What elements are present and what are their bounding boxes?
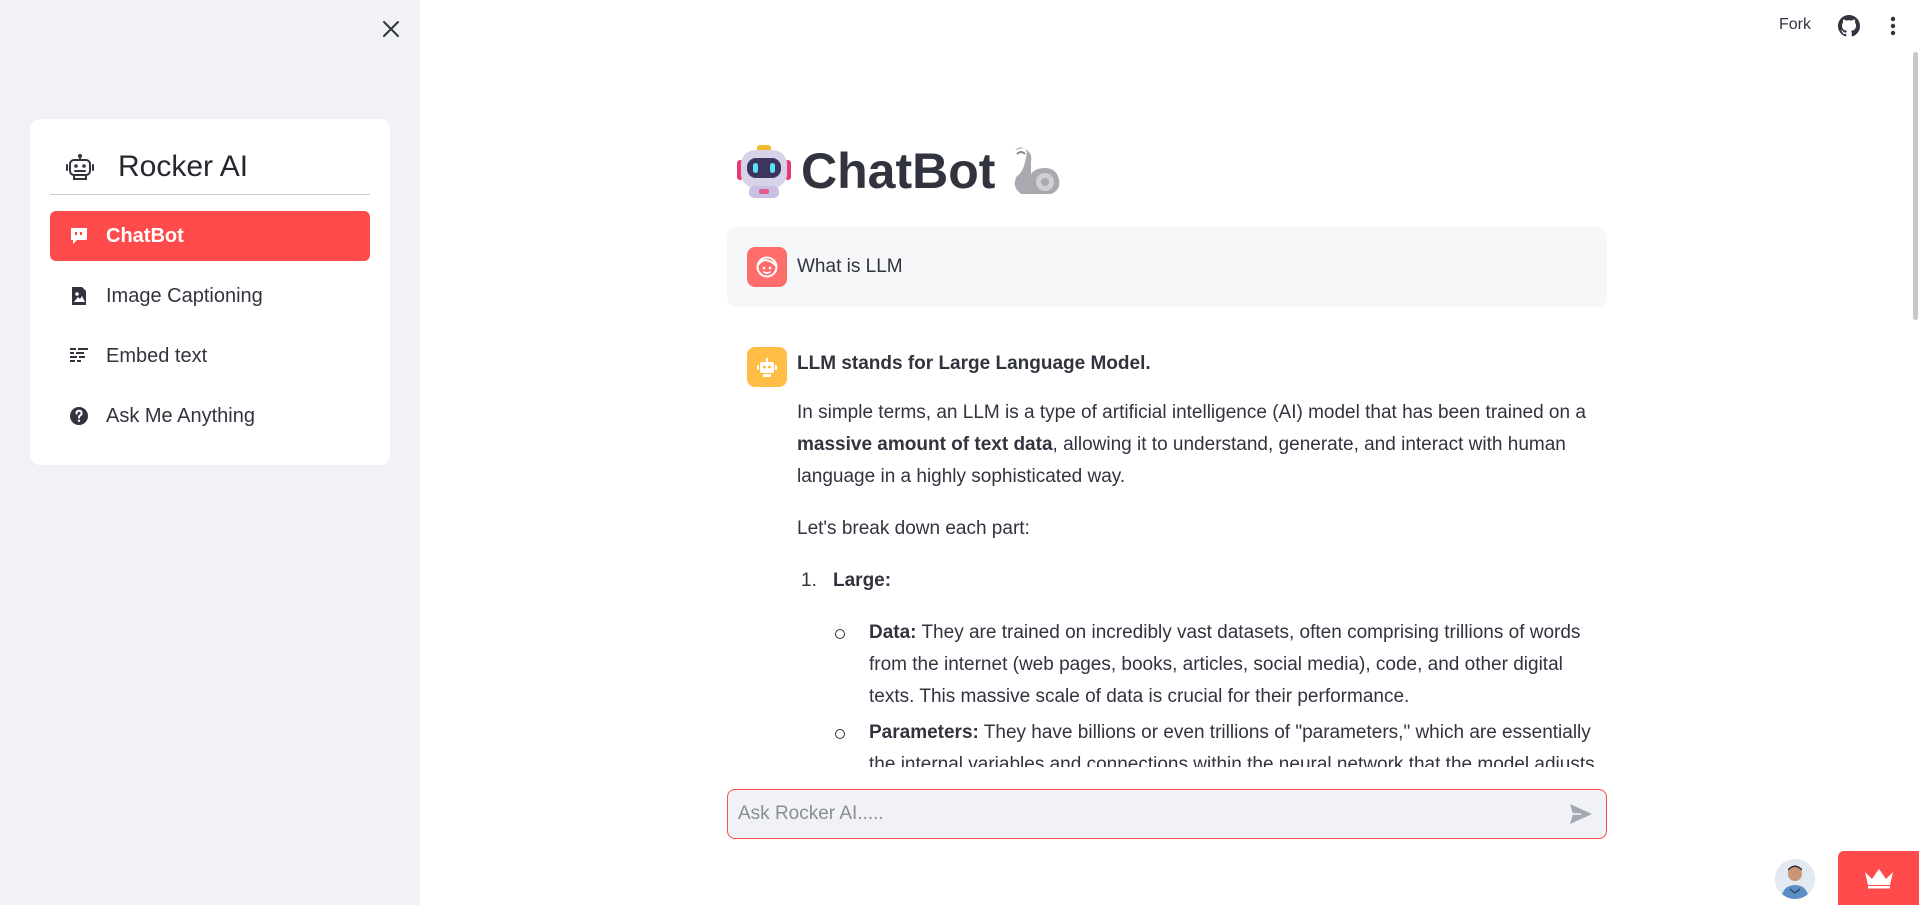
robot-emoji-icon [737,145,791,198]
creator-avatar[interactable] [1775,859,1815,899]
chat-input[interactable] [728,790,1556,838]
page-title-text: ChatBot [801,143,996,199]
chat-bubble-icon [68,225,90,247]
sidebar-item-chatbot[interactable]: ChatBot [50,211,370,261]
flexed-bicep-emoji-icon [1015,147,1060,194]
sidebar-item-image-captioning[interactable]: Image Captioning [50,271,370,321]
assistant-intro: In simple terms, an LLM is a type of art… [797,402,1586,487]
fork-button[interactable]: Fork [1779,16,1811,34]
chat-input-container [727,789,1607,839]
sub-list-item: Parameters: They have billions or even t… [833,717,1607,767]
sidebar: Rocker AI ChatBot Image Captioning Embed… [0,0,420,905]
sidebar-item-label: ChatBot [106,224,184,247]
sidebar-item-label: Image Captioning [106,284,263,307]
list-item: 1. Large: [797,565,1607,597]
robot-icon [757,358,777,377]
bullet-icon [833,617,869,713]
question-circle-icon [68,405,90,427]
image-file-icon [68,285,90,307]
user-message: What is LLM [727,227,1607,307]
github-icon[interactable] [1838,15,1860,37]
streamlit-badge[interactable] [1838,851,1919,905]
assistant-breakdown: Let's break down each part: [797,518,1030,539]
text-lines-icon [68,345,90,367]
sidebar-item-ask-me-anything[interactable]: Ask Me Anything [50,391,370,441]
option-menu: Rocker AI ChatBot Image Captioning Embed… [30,119,390,465]
brand-title: Rocker AI [118,149,249,183]
assistant-headline: LLM stands for Large Language Model. [797,353,1151,374]
person-avatar-icon [1775,859,1815,899]
crown-icon [1864,869,1893,889]
scrollbar-thumb[interactable] [1913,52,1918,320]
main-menu-button[interactable] [1884,15,1902,37]
send-icon [1570,804,1592,824]
sidebar-item-label: Embed text [106,344,208,367]
assistant-avatar [747,347,787,387]
user-face-icon [756,256,778,278]
user-message-text: What is LLM [797,256,903,277]
nav-header: Rocker AI [50,139,370,195]
assistant-message-body: LLM stands for Large Language Model. In … [797,347,1607,767]
page-title: ChatBot [735,142,1063,200]
close-icon [383,21,399,37]
nav-list: ChatBot Image Captioning Embed text Ask … [50,211,370,441]
user-avatar [747,247,787,287]
sub-list: Data: They are trained on incredibly vas… [833,617,1607,767]
sub-list-item: Data: They are trained on incredibly vas… [833,617,1607,713]
kebab-menu-icon [1890,16,1896,36]
list-item-number: 1. [801,570,817,591]
assistant-message: LLM stands for Large Language Model. In … [747,347,1607,767]
list-item-title: Large: [833,570,892,591]
bullet-icon [833,717,869,767]
sidebar-item-embed-text[interactable]: Embed text [50,331,370,381]
close-sidebar-button[interactable] [378,16,404,42]
sidebar-item-label: Ask Me Anything [106,404,255,427]
robot-icon [66,153,94,180]
send-button[interactable] [1556,790,1606,838]
